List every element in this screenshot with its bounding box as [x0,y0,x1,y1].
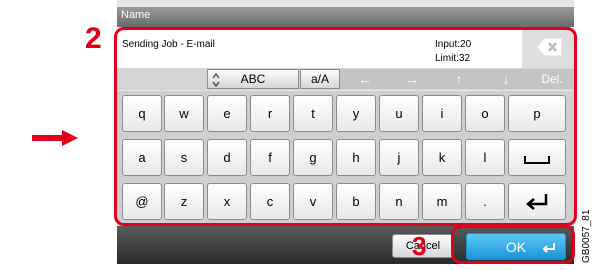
figure-code: GB0057_81 [575,195,595,265]
highlight-frame-ok [451,225,575,264]
figure-code-text: GB0057_81 [581,209,592,263]
step-2-marker: 2 [85,22,102,55]
step-3-marker: 3 [412,231,427,261]
name-header-title: Name [121,9,151,21]
pointer-arrow [32,130,78,146]
name-header-bar [117,7,574,27]
highlight-frame-keyboard [114,27,577,226]
